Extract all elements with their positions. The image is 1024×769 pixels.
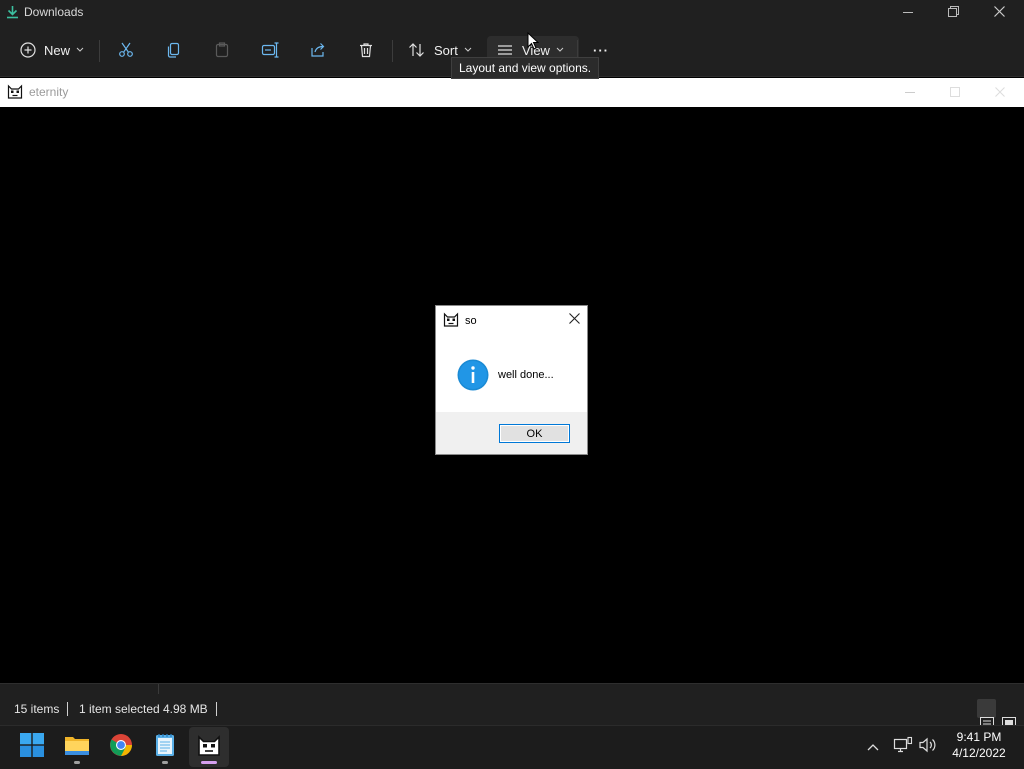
chevron-down-icon bbox=[556, 47, 564, 53]
volume-button[interactable] bbox=[918, 726, 938, 769]
tiles-view-button[interactable] bbox=[999, 699, 1018, 731]
selection-size: 4.98 MB bbox=[163, 702, 208, 716]
plus-circle-icon bbox=[20, 42, 36, 58]
taskbar-clock[interactable]: 9:41 PM 4/12/2022 bbox=[944, 729, 1014, 761]
toolbar-divider bbox=[392, 40, 393, 62]
network-icon bbox=[893, 736, 913, 759]
paste-button[interactable] bbox=[210, 36, 234, 64]
copy-icon bbox=[166, 42, 182, 58]
details-view-button[interactable] bbox=[977, 699, 996, 731]
app-minimize-button[interactable] bbox=[888, 78, 932, 107]
taskbar: 9:41 PM 4/12/2022 bbox=[0, 725, 1024, 769]
item-count: 15 items bbox=[14, 702, 60, 716]
start-button[interactable] bbox=[12, 727, 52, 767]
chrome-icon bbox=[109, 733, 133, 762]
delete-button[interactable] bbox=[354, 36, 378, 64]
restore-button[interactable] bbox=[930, 0, 976, 26]
app-close-button[interactable] bbox=[978, 78, 1022, 107]
close-icon bbox=[995, 86, 1005, 100]
clock-time: 9:41 PM bbox=[956, 730, 1002, 744]
taskbar-chrome[interactable] bbox=[101, 727, 141, 767]
new-label: New bbox=[44, 42, 71, 58]
close-icon bbox=[568, 313, 580, 327]
restore-icon bbox=[947, 6, 959, 20]
running-indicator bbox=[74, 761, 80, 764]
share-icon bbox=[310, 42, 326, 58]
start-icon bbox=[20, 732, 44, 762]
cat-face-icon bbox=[7, 84, 23, 102]
more-dots-icon: ··· bbox=[593, 42, 609, 58]
message-box-close-button[interactable] bbox=[564, 311, 584, 329]
download-icon bbox=[6, 5, 19, 19]
clipboard-icon bbox=[214, 42, 230, 58]
mouse-cursor-icon bbox=[527, 31, 540, 55]
clock-date: 4/12/2022 bbox=[952, 746, 1006, 760]
show-hidden-icons-button[interactable] bbox=[866, 726, 880, 769]
message-box-title: so bbox=[465, 315, 477, 327]
copy-button[interactable] bbox=[162, 36, 186, 64]
taskbar-notepad[interactable] bbox=[145, 727, 185, 767]
minimize-button[interactable] bbox=[885, 0, 931, 26]
explorer-title: Downloads bbox=[24, 5, 84, 19]
network-button[interactable] bbox=[893, 726, 913, 769]
app-title-bar: eternity bbox=[0, 78, 1024, 108]
pane-divider bbox=[158, 684, 159, 694]
message-text: well done... bbox=[498, 369, 554, 381]
active-indicator bbox=[201, 761, 217, 764]
sort-arrows-icon bbox=[408, 42, 426, 58]
cat-face-icon bbox=[443, 312, 459, 330]
app-title: eternity bbox=[29, 85, 69, 99]
selection-count: 1 item selected bbox=[79, 702, 160, 716]
status-divider bbox=[216, 702, 217, 716]
explorer-status-bar: 15 items 1 item selected 4.98 MB bbox=[0, 683, 1024, 731]
chevron-down-icon bbox=[464, 47, 472, 53]
chevron-up-icon bbox=[866, 739, 880, 757]
speaker-icon bbox=[918, 736, 938, 759]
minimize-icon bbox=[905, 86, 915, 100]
message-box-footer: OK bbox=[436, 412, 587, 454]
close-icon bbox=[993, 6, 1005, 20]
notepad-icon bbox=[155, 733, 175, 762]
cut-button[interactable] bbox=[114, 36, 138, 64]
trash-icon bbox=[358, 42, 374, 58]
eternity-app-icon bbox=[197, 734, 221, 761]
scissors-icon bbox=[118, 42, 134, 58]
minimize-icon bbox=[903, 6, 913, 20]
new-button[interactable]: New bbox=[14, 36, 96, 64]
taskbar-eternity[interactable] bbox=[189, 727, 229, 767]
status-divider bbox=[67, 702, 68, 716]
message-box: so well done... OK bbox=[435, 305, 588, 455]
chevron-down-icon bbox=[76, 47, 84, 53]
explorer-title-bar: Downloads bbox=[0, 0, 1024, 26]
rename-icon bbox=[261, 42, 279, 58]
ok-button[interactable]: OK bbox=[499, 424, 570, 443]
rename-button[interactable] bbox=[258, 36, 282, 64]
running-indicator bbox=[162, 761, 168, 764]
toolbar-divider bbox=[99, 40, 100, 62]
share-button[interactable] bbox=[306, 36, 330, 64]
info-icon bbox=[457, 359, 489, 394]
taskbar-file-explorer[interactable] bbox=[57, 727, 97, 767]
close-button[interactable] bbox=[976, 0, 1022, 26]
app-maximize-button[interactable] bbox=[933, 78, 977, 107]
sort-label: Sort bbox=[434, 42, 458, 58]
list-lines-icon bbox=[497, 44, 513, 56]
maximize-icon bbox=[950, 86, 960, 100]
file-explorer-icon bbox=[64, 734, 90, 761]
view-tooltip: Layout and view options. bbox=[451, 57, 600, 79]
